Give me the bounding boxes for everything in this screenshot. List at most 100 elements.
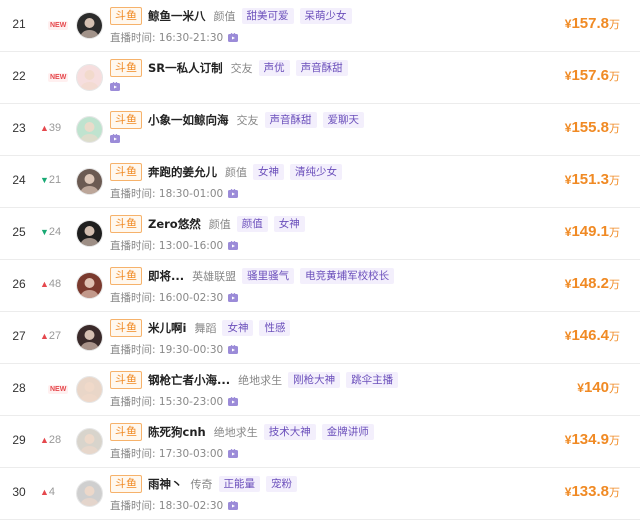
live-time-label: 直播时间: — [110, 344, 156, 356]
gift-amount: 148.2 — [571, 275, 609, 292]
category-label: 颜值 — [208, 217, 231, 231]
streamer-name[interactable]: 小象一如鲸向海 — [148, 112, 229, 128]
tag-chip: 声音酥甜 — [264, 111, 317, 128]
streamer-name[interactable]: 鲸鱼一米八 — [148, 8, 206, 24]
rank-change: NEW — [40, 382, 70, 394]
arrow-up-icon: ▲ — [40, 435, 49, 445]
table-row[interactable]: 30 ▲4 斗鱼 雨神丶 传奇 正能量 宠粉 直播时间: 18:30-02:30 ¥133.8万 — [0, 468, 640, 520]
live-time: 直播时间: 17:30-03:00 — [110, 447, 520, 461]
tag-chip: 女神 — [222, 319, 254, 336]
avatar[interactable] — [76, 272, 103, 299]
gift-unit: 万 — [609, 330, 620, 343]
table-row[interactable]: 27 ▲27 斗鱼 米儿啊i 舞蹈 女神 性感 直播时间: 19:30-00:30 ¥146.4… — [0, 312, 640, 364]
platform-badge[interactable]: 斗鱼 — [110, 214, 142, 233]
tag-chip: 正能量 — [218, 475, 260, 492]
avatar[interactable] — [76, 12, 103, 39]
streamer-name[interactable]: SR一私人订制 — [148, 60, 223, 76]
category-label: 传奇 — [190, 477, 213, 491]
table-row[interactable]: 29 ▲28 斗鱼 陈死狗cnh 绝地求生 技术大神 金牌讲师 直播时间: 17:30-03:… — [0, 416, 640, 468]
tag-chip: 性感 — [259, 319, 291, 336]
gift-value: ¥148.2万 — [565, 275, 620, 292]
live-icon — [228, 189, 239, 198]
table-row[interactable]: 21 NEW 斗鱼 鲸鱼一米八 颜值 甜美可爱 呆萌少女 直播时间: 16:30-21:30 ¥… — [0, 0, 640, 52]
table-row[interactable]: 22 NEW 斗鱼 SR一私人订制 交友 声优 声音酥甜 ¥157.6万 — [0, 52, 640, 104]
rank-change: ▲27 — [40, 330, 70, 342]
streamer-info: 斗鱼 即将... 英雄联盟 骚里骚气 电竞黄埔军校校长 直播时间: 16:00-02:30 — [110, 265, 520, 305]
rank-number: 21 — [12, 17, 26, 31]
streamer-name[interactable]: 米儿啊i — [148, 320, 186, 336]
table-row[interactable]: 26 ▲48 斗鱼 即将... 英雄联盟 骚里骚气 电竞黄埔军校校长 直播时间: 16:00-… — [0, 260, 640, 312]
live-time-label: 直播时间: — [110, 240, 156, 252]
arrow-up-icon: ▲ — [40, 123, 49, 133]
streamer-info: 斗鱼 陈死狗cnh 绝地求生 技术大神 金牌讲师 直播时间: 17:30-03:00 — [110, 421, 520, 461]
tag-chip: 颜值 — [236, 215, 268, 232]
arrow-up-icon: ▲ — [40, 331, 49, 341]
gift-value: ¥140万 — [577, 379, 620, 396]
tag-chip: 清纯少女 — [290, 163, 342, 180]
avatar[interactable] — [76, 480, 103, 507]
live-time-label: 直播时间: — [110, 500, 156, 512]
platform-badge[interactable]: 斗鱼 — [110, 58, 142, 77]
avatar[interactable] — [76, 324, 103, 351]
platform-badge[interactable]: 斗鱼 — [110, 110, 142, 129]
avatar[interactable] — [76, 64, 103, 91]
platform-badge[interactable]: 斗鱼 — [110, 370, 142, 389]
streamer-name[interactable]: 陈死狗cnh — [148, 424, 206, 440]
live-time: 直播时间: 13:00-16:00 — [110, 239, 520, 253]
streamer-line: 斗鱼 Zero悠然 颜值 颜值 女神 — [110, 213, 520, 234]
rank-change: ▲48 — [40, 278, 70, 290]
streamer-name[interactable]: 即将... — [148, 268, 184, 284]
streamer-name[interactable]: 奔跑的姜允儿 — [148, 164, 217, 180]
category-label: 交友 — [230, 61, 253, 75]
rank-number: 24 — [12, 173, 26, 187]
streamer-line: 斗鱼 小象一如鲸向海 交友 声音酥甜 爱聊天 — [110, 109, 520, 130]
gift-value: ¥155.8万 — [565, 119, 620, 136]
rank-change: NEW — [40, 70, 70, 82]
table-row[interactable]: 24 ▼21 斗鱼 奔跑的姜允儿 颜值 女神 清纯少女 直播时间: 18:30-01:00 ¥1… — [0, 156, 640, 208]
avatar[interactable] — [76, 116, 103, 143]
gift-amount: 157.8 — [571, 15, 609, 32]
live-time-value: 15:30-23:00 — [158, 396, 224, 408]
rank-change-value: 48 — [48, 278, 62, 290]
streamer-name[interactable]: 雨神丶 — [148, 476, 183, 492]
tag-chip: 女神 — [253, 163, 284, 180]
platform-badge[interactable]: 斗鱼 — [110, 266, 142, 285]
platform-badge[interactable]: 斗鱼 — [110, 6, 142, 25]
rank-change: ▼21 — [40, 174, 70, 186]
avatar[interactable] — [76, 428, 103, 455]
tag-chip: 爱聊天 — [322, 111, 364, 128]
streamer-name[interactable]: 钢枪亡者小海... — [148, 372, 230, 388]
currency-symbol: ¥ — [577, 381, 584, 395]
gift-unit: 万 — [609, 486, 620, 499]
live-icon — [228, 397, 239, 406]
tag-chip: 骚里骚气 — [242, 267, 295, 284]
category-label: 绝地求生 — [238, 373, 283, 387]
gift-amount: 157.6 — [571, 67, 609, 84]
new-badge: NEW — [48, 385, 69, 394]
tag-chip: 技术大神 — [263, 423, 316, 440]
gift-amount: 151.3 — [571, 171, 609, 188]
live-time — [110, 80, 520, 94]
gift-amount: 140 — [583, 379, 609, 396]
platform-badge[interactable]: 斗鱼 — [110, 474, 142, 493]
gift-unit: 万 — [609, 278, 620, 291]
table-row[interactable]: 28 NEW 斗鱼 钢枪亡者小海... 绝地求生 刚枪大神 跳伞主播 直播时间: 15:30-… — [0, 364, 640, 416]
tag-chip: 金牌讲师 — [321, 423, 374, 440]
streamer-name[interactable]: Zero悠然 — [148, 216, 201, 232]
avatar[interactable] — [76, 220, 103, 247]
platform-badge[interactable]: 斗鱼 — [110, 318, 142, 337]
rank-change-value: 28 — [48, 434, 62, 446]
avatar[interactable] — [76, 376, 103, 403]
live-time: 直播时间: 16:00-02:30 — [110, 291, 520, 305]
arrow-up-icon: ▲ — [40, 487, 49, 497]
avatar[interactable] — [76, 168, 103, 195]
gift-value: ¥134.9万 — [565, 431, 620, 448]
table-row[interactable]: 25 ▼24 斗鱼 Zero悠然 颜值 颜值 女神 直播时间: 13:00-16:00 ¥149… — [0, 208, 640, 260]
streamer-info: 斗鱼 米儿啊i 舞蹈 女神 性感 直播时间: 19:30-00:30 — [110, 317, 520, 357]
table-row[interactable]: 23 ▲39 斗鱼 小象一如鲸向海 交友 声音酥甜 爱聊天 ¥155.8万 — [0, 104, 640, 156]
streamer-line: 斗鱼 鲸鱼一米八 颜值 甜美可爱 呆萌少女 — [110, 5, 520, 26]
rank-change: NEW — [40, 18, 70, 30]
rank-change-value: 39 — [48, 122, 62, 134]
platform-badge[interactable]: 斗鱼 — [110, 162, 142, 181]
platform-badge[interactable]: 斗鱼 — [110, 422, 142, 441]
